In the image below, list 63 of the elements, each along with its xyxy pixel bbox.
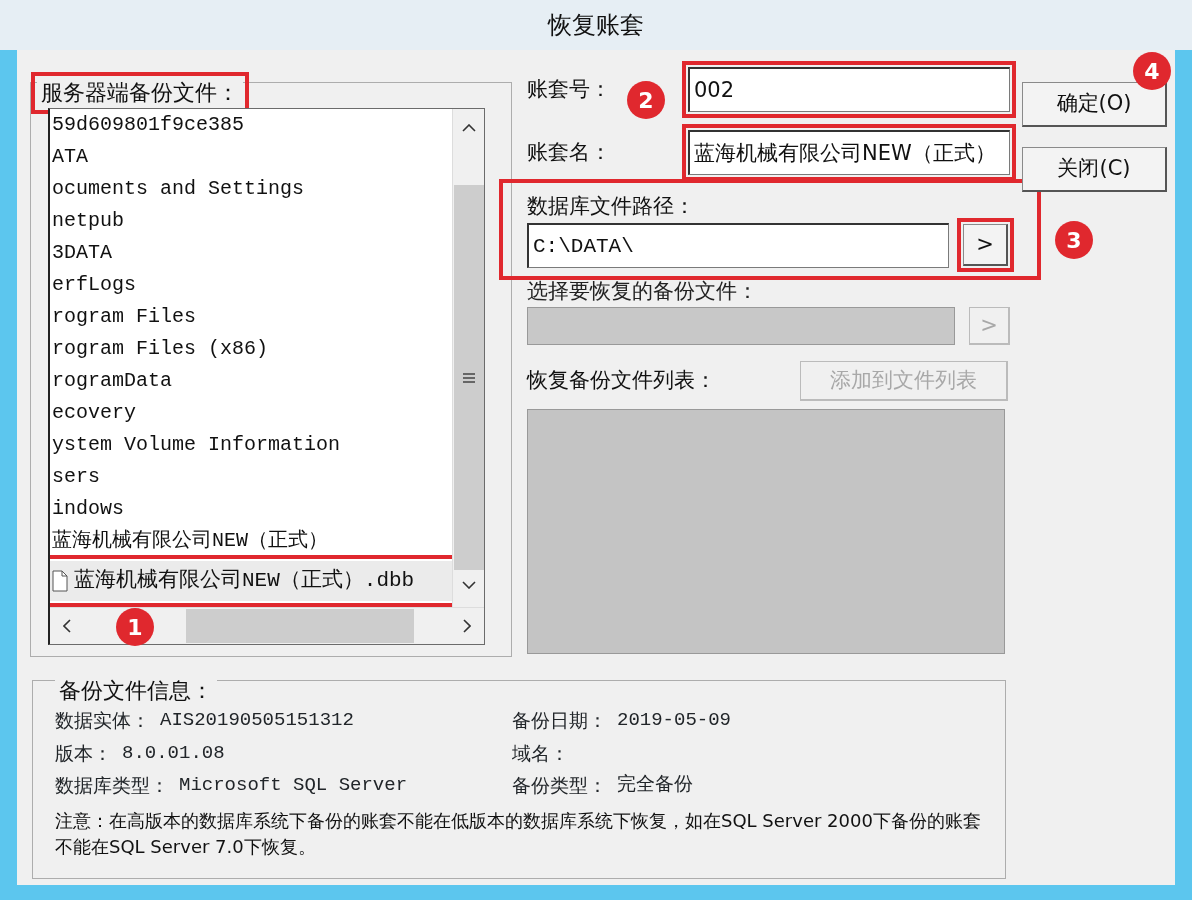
item-text: erfLogs <box>52 273 136 296</box>
file-list-item[interactable]: rogram Files (x86) <box>50 333 452 365</box>
file-icon <box>52 570 68 592</box>
field-label: 数据库文件路径： <box>527 193 696 220</box>
file-list-item[interactable]: 蓝海机械有限公司NEW（正式） <box>50 525 452 557</box>
info-label: 备份日期： <box>512 708 607 733</box>
info-value: 2019-05-09 <box>617 708 732 733</box>
note-text: 注意：在高版本的数据库系统下备份的账套不能在低版本的数据库系统下恢复，如在SQL Server 2000下备份的账套不能在SQL Server 7.0下恢复。 <box>55 808 982 859</box>
file-list-item[interactable]: erfLogs <box>50 269 452 301</box>
file-list-item[interactable]: rogramData <box>50 365 452 397</box>
item-text: sers <box>52 465 100 488</box>
item-text: indows <box>52 497 124 520</box>
item-text: 3DATA <box>52 241 112 264</box>
info-value: 完全备份 <box>617 773 693 798</box>
file-list[interactable]: 59d609801f9ce385 ATA ocuments and Settings netpub 3DATA erfLogs rogram Files rogram Files (x86) rogramData ecovery ystem Volume Information sers indows 蓝海机械有限公司NEW（正式） 蓝海机械有限公司NEW（正式）.dbb 1 <box>48 108 485 645</box>
info-label: 数据库类型： <box>55 773 169 798</box>
item-text: ocuments and Settings <box>52 177 305 200</box>
file-list-item[interactable]: ocuments and Settings <box>50 173 452 205</box>
close-button[interactable]: 关闭(C) <box>1022 147 1167 192</box>
gripper-icon <box>461 370 476 385</box>
step-badge: 2 <box>627 81 665 119</box>
item-text: rogram Files <box>52 305 197 328</box>
item-text: ystem Volume Information <box>52 433 341 456</box>
info-value: Microsoft SQL Server <box>179 773 408 798</box>
step-badge: 4 <box>1133 52 1171 90</box>
restore-file-list[interactable] <box>527 409 1005 654</box>
item-text: 59d609801f9ce385 <box>52 113 245 136</box>
field-label: 恢复备份文件列表： <box>527 367 716 395</box>
scroll-up-icon <box>461 124 476 132</box>
info-label: 备份类型： <box>512 773 607 798</box>
scrollbar-thumb[interactable] <box>186 609 414 643</box>
file-list-item[interactable]: ecovery <box>50 397 452 429</box>
scroll-down-icon <box>461 581 476 589</box>
path-field[interactable]: C:\DATA\ <box>527 222 949 268</box>
item-text: ATA <box>52 145 88 168</box>
item-text: netpub <box>52 209 124 232</box>
item-text: 蓝海机械有限公司NEW（正式） <box>52 529 328 552</box>
file-list-item[interactable]: netpub <box>50 205 452 237</box>
file-list-item[interactable]: rogram Files <box>50 301 452 333</box>
file-list-item[interactable]: ystem Volume Information <box>50 429 452 461</box>
field-label: 选择要恢复的备份文件： <box>527 277 759 305</box>
item-text: 蓝海机械有限公司NEW（正式）.dbb <box>74 567 415 594</box>
scrollbar-thumb[interactable] <box>453 185 484 570</box>
info-label: 版本： <box>55 740 112 766</box>
step-badge: 3 <box>1055 221 1093 259</box>
item-text: rogram Files (x86) <box>52 337 269 360</box>
scroll-left-icon <box>63 619 71 633</box>
info-label: 数据实体： <box>55 708 150 733</box>
file-list-item[interactable]: ATA <box>50 141 452 173</box>
scroll-right-icon <box>463 619 471 633</box>
file-list-item[interactable]: 3DATA <box>50 237 452 269</box>
item-text: rogramData <box>52 369 173 392</box>
info-value: 8.0.01.08 <box>122 740 225 766</box>
window-title: 恢复账套 <box>548 10 644 41</box>
ok-button[interactable]: 确定(O) <box>1022 82 1167 127</box>
info-value: AIS20190505151312 <box>160 708 354 733</box>
field-label: 账套号： <box>527 75 611 103</box>
item-text: ecovery <box>52 401 136 424</box>
info-label: 域名： <box>512 740 569 766</box>
field-label: 账套名： <box>527 138 611 166</box>
file-list-item[interactable]: 59d609801f9ce385 <box>50 109 452 141</box>
file-list-item[interactable]: indows <box>50 493 452 525</box>
file-list-item[interactable]: sers <box>50 461 452 493</box>
